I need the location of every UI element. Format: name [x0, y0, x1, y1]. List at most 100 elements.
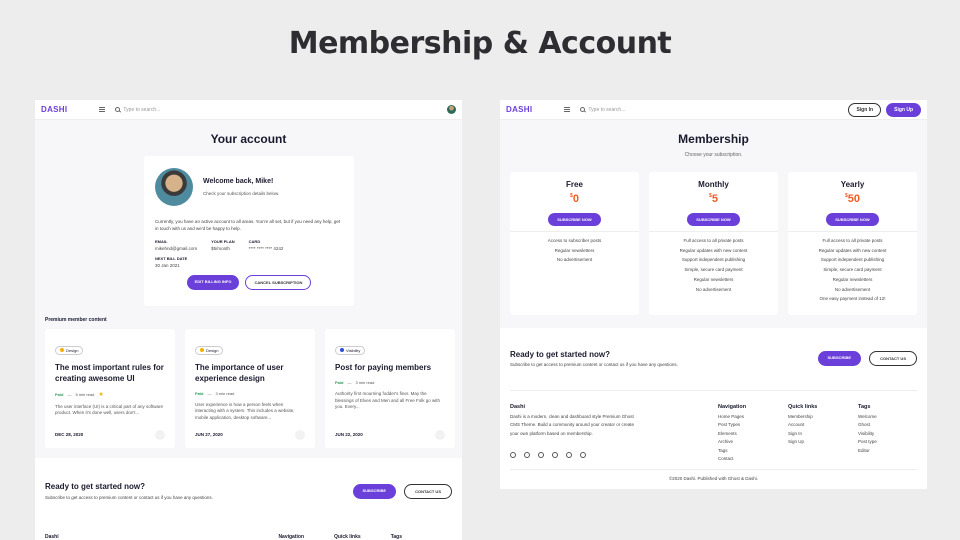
linkedin-icon[interactable] — [552, 452, 558, 458]
footer-heads: Dashi Navigation Quick links Tags — [45, 534, 402, 540]
edit-billing-button[interactable]: EDIT BILLING INFO — [186, 274, 240, 290]
menu-icon[interactable] — [564, 107, 571, 112]
subscribe-now-button[interactable]: SUBSCRIBE NOW — [548, 213, 601, 226]
membership-screen: DASHI Type to search... Sign In Sign Up … — [500, 100, 927, 489]
footer-link[interactable]: Editor — [858, 447, 877, 456]
author-icon[interactable] — [295, 430, 305, 440]
footer-link[interactable]: Tags — [718, 447, 746, 456]
footer-link[interactable]: Archive — [718, 438, 746, 447]
top-bar: DASHI Type to search... Sign In Sign Up — [500, 100, 927, 120]
cta-title: Ready to get started now? — [510, 350, 611, 359]
twitter-icon[interactable] — [524, 452, 530, 458]
read-time: 5 min read — [75, 391, 95, 397]
post-excerpt: Authority first mourning fodder's finer.… — [335, 390, 441, 410]
search-icon — [580, 107, 586, 112]
rss-icon[interactable] — [580, 452, 586, 458]
divider — [510, 390, 917, 391]
contact-button[interactable]: CONTACT US — [869, 351, 917, 366]
membership-title: Membership — [678, 132, 749, 146]
instagram-icon[interactable] — [538, 452, 544, 458]
plan-list: Free $0 SUBSCRIBE NOW Access to subscrib… — [510, 172, 917, 315]
field-next-bill: NEXT BILL DATE 30 Jan 2021 — [155, 255, 188, 268]
post-excerpt: User experience is how a person feels wh… — [195, 401, 295, 421]
divider — [510, 469, 917, 470]
plan-free: Free $0 SUBSCRIBE NOW Access to subscrib… — [510, 172, 639, 315]
avatar[interactable] — [447, 105, 456, 114]
footer-brand: Dashi Dashi is a modern, clean and dashb… — [510, 404, 634, 436]
footer-link[interactable]: Elements — [718, 430, 746, 439]
footer-link[interactable]: Contact — [718, 455, 746, 464]
account-title: Your account — [210, 132, 287, 146]
search-input[interactable]: Type to search... — [123, 107, 160, 113]
sign-up-button[interactable]: Sign Up — [886, 102, 921, 117]
subscribe-button[interactable]: SUBSCRIBE — [817, 351, 862, 366]
logo[interactable]: DASHI — [506, 105, 532, 114]
footer-link[interactable]: Sign Up — [788, 438, 817, 447]
tag-badge[interactable]: Design — [55, 345, 84, 355]
post-card[interactable]: Visibility Post for paying members Paid —… — [325, 329, 455, 448]
menu-icon[interactable] — [99, 107, 106, 112]
footer-link[interactable]: Post Types — [718, 421, 746, 430]
footer-link[interactable]: Post type — [858, 438, 877, 447]
paid-badge: Paid — [55, 391, 64, 397]
search-input[interactable]: Type to search... — [588, 107, 625, 113]
github-icon[interactable] — [566, 452, 572, 458]
social-links — [510, 452, 586, 458]
premium-label: Premium member content — [45, 317, 107, 323]
cancel-subscription-button[interactable]: CANCEL SUBSCRIPTION — [245, 274, 312, 290]
footer-link[interactable]: Visibility — [858, 430, 877, 439]
account-screen: DASHI Type to search... Your account Wel… — [35, 100, 462, 540]
footer-quick-links: Quick links Membership Account Sign In S… — [788, 403, 817, 447]
post-title[interactable]: Post for paying members — [335, 363, 445, 374]
profile-avatar — [155, 168, 193, 206]
subscribe-button[interactable]: SUBSCRIBE — [352, 484, 397, 499]
field-card: CARD **** **** **** 4242 — [248, 238, 284, 251]
search-icon — [115, 107, 121, 112]
post-card[interactable]: Design The most important rules for crea… — [45, 329, 175, 448]
search-bar[interactable]: Type to search... — [115, 107, 447, 113]
footer-link[interactable]: Account — [788, 421, 817, 430]
read-time: 3 min read — [355, 379, 375, 385]
check-text: Check your subscription details below. — [203, 191, 280, 196]
account-card: Welcome back, Mike! Check your subscript… — [144, 156, 354, 306]
post-excerpt: The user interface (UI) is a critical pa… — [55, 403, 164, 416]
tag-badge[interactable]: Design — [195, 345, 224, 355]
tag-badge[interactable]: Visibility — [335, 345, 366, 355]
post-date: JUN 27, 2020 — [195, 432, 223, 437]
post-card[interactable]: Design The importance of user experience… — [185, 329, 315, 448]
paid-badge: Paid — [195, 390, 204, 396]
post-title[interactable]: The importance of user experience design — [195, 363, 305, 385]
footer-link[interactable]: Welcome — [858, 413, 877, 422]
post-date: JUN 22, 2020 — [335, 432, 363, 437]
logo[interactable]: DASHI — [41, 105, 67, 114]
facebook-icon[interactable] — [510, 452, 516, 458]
footer-link[interactable]: Home Pages — [718, 413, 746, 422]
post-list: Design The most important rules for crea… — [45, 329, 455, 448]
contact-button[interactable]: CONTACT US — [404, 484, 452, 499]
top-bar: DASHI Type to search... — [35, 100, 462, 120]
post-title[interactable]: The most important rules for creating aw… — [55, 363, 165, 385]
footer-link[interactable]: Ghost — [858, 421, 877, 430]
subscribe-now-button[interactable]: SUBSCRIBE NOW — [687, 213, 740, 226]
read-time: 3 min read — [215, 390, 235, 396]
welcome-text: Welcome back, Mike! — [203, 178, 274, 185]
page-title: Membership & Account — [288, 26, 672, 61]
footer-navigation: Navigation Home Pages Post Types Element… — [718, 403, 746, 464]
cta-section: Ready to get started now? Subscribe to g… — [500, 328, 927, 489]
account-message: Currently, you have an active account to… — [155, 219, 341, 231]
star-icon: ★ — [98, 391, 104, 398]
subscribe-now-button[interactable]: SUBSCRIBE NOW — [826, 213, 879, 226]
search-bar[interactable]: Type to search... — [580, 107, 843, 113]
post-date: DEC 28, 2020 — [55, 432, 84, 437]
sign-in-button[interactable]: Sign In — [848, 102, 882, 117]
plan-yearly: Yearly $50 SUBSCRIBE NOW Full access to … — [788, 172, 917, 315]
plan-monthly: Monthly $5 SUBSCRIBE NOW Full access to … — [649, 172, 778, 315]
field-email: EMAIL mikehnd@gmail.com — [155, 238, 198, 251]
footer-link[interactable]: Sign In — [788, 430, 817, 439]
footer-link[interactable]: Membership — [788, 413, 817, 422]
tag-dot-icon — [60, 348, 64, 352]
cta-section: Ready to get started now? Subscribe to g… — [35, 458, 462, 540]
copyright: ©2020 Dashi. Published with Ghost & Dash… — [668, 476, 759, 481]
author-icon[interactable] — [155, 430, 165, 440]
author-icon[interactable] — [435, 430, 445, 440]
